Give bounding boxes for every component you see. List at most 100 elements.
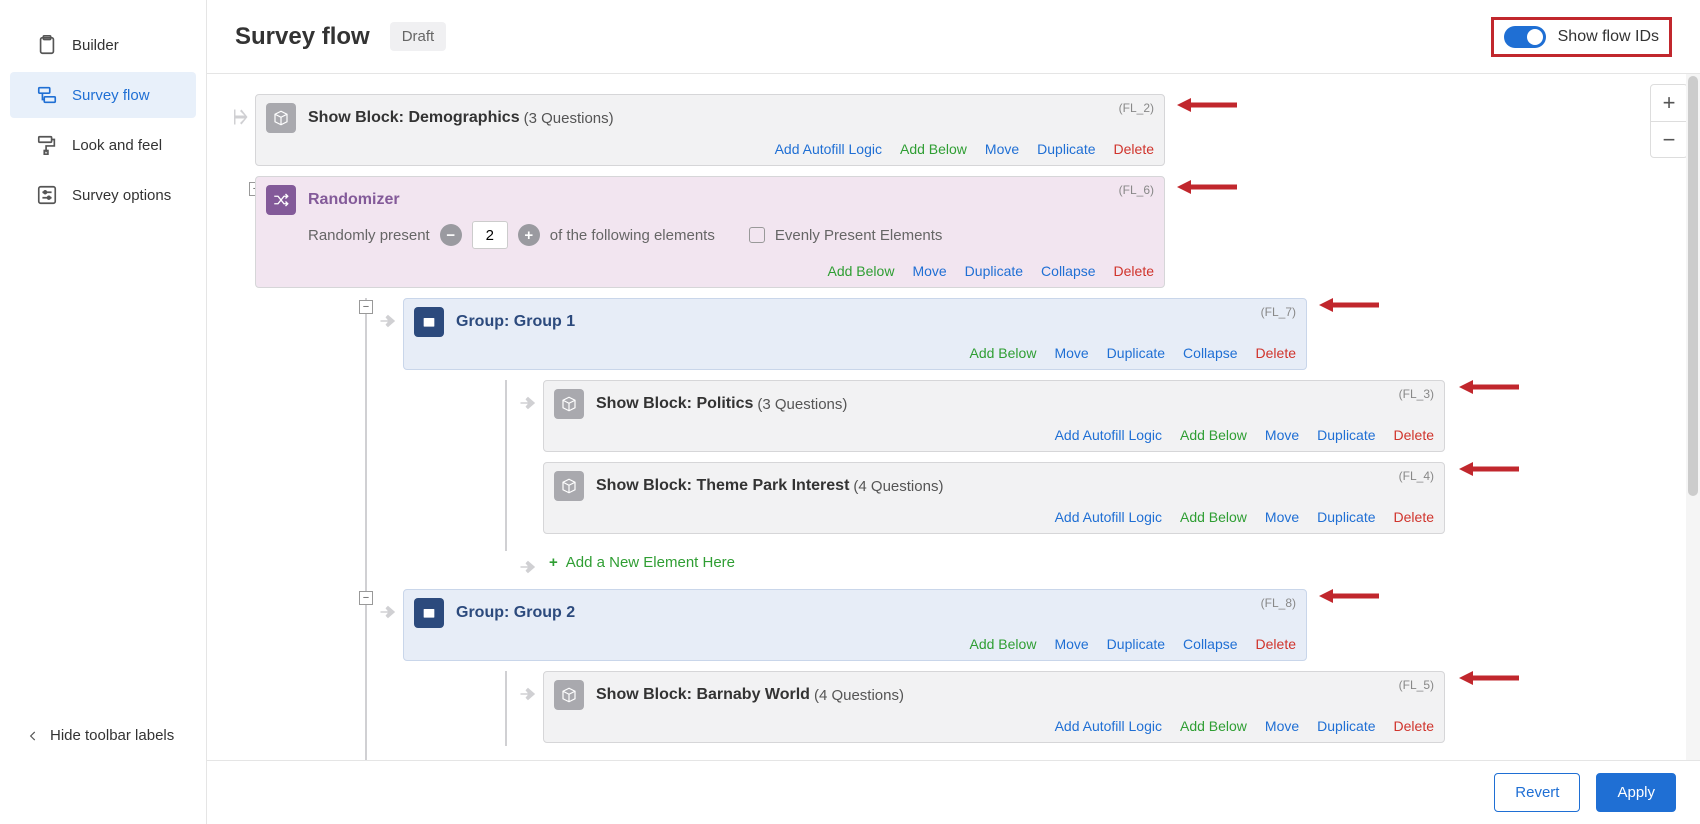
delete-link[interactable]: Delete [1256,345,1296,361]
add-new-element-link[interactable]: +Add a New Element Here [543,544,735,581]
node-title: Group: Group 2 [456,604,575,622]
connector-icon [519,380,543,415]
add-autofill-link[interactable]: Add Autofill Logic [1055,427,1162,443]
add-below-link[interactable]: Add Below [970,636,1037,652]
group-2-node[interactable]: (FL_8) Group: Group 2 Add Below Move Dup… [403,589,1307,661]
sidebar-item-survey-flow[interactable]: Survey flow [10,72,196,118]
duplicate-link[interactable]: Duplicate [1107,636,1165,652]
node-title: Show Block: Politics [596,395,753,413]
annotation-arrow [1177,96,1237,114]
randomly-present-text: Randomly present [308,227,430,244]
connector-icon [519,671,543,706]
duplicate-link[interactable]: Duplicate [965,263,1023,279]
delete-link[interactable]: Delete [1394,718,1434,734]
move-link[interactable]: Move [1054,636,1088,652]
randomizer-node[interactable]: (FL_6) Randomizer Randomly present − + o… [255,176,1165,288]
flow-id: (FL_5) [1399,678,1434,692]
connector-icon [379,298,403,333]
randomizer-count-input[interactable] [472,221,508,249]
block-politics[interactable]: (FL_3) Show Block: Politics (3 Questions… [543,380,1445,452]
sidebar-item-look-and-feel[interactable]: Look and feel [10,122,196,168]
annotation-arrow [1319,587,1379,605]
delete-link[interactable]: Delete [1114,141,1154,157]
add-autofill-link[interactable]: Add Autofill Logic [775,141,882,157]
delete-link[interactable]: Delete [1394,509,1434,525]
sliders-icon [36,184,58,206]
page-title: Survey flow [235,23,370,51]
sidebar-label: Look and feel [72,137,162,154]
move-link[interactable]: Move [985,141,1019,157]
group-1-node[interactable]: (FL_7) Group: Group 1 Add Below Move Dup… [403,298,1307,370]
collapse-link[interactable]: Collapse [1183,636,1237,652]
show-flow-ids-label: Show flow IDs [1558,28,1659,46]
flow-id: (FL_4) [1399,469,1434,483]
duplicate-link[interactable]: Duplicate [1107,345,1165,361]
decrement-button[interactable]: − [440,224,462,246]
move-link[interactable]: Move [1054,345,1088,361]
duplicate-link[interactable]: Duplicate [1037,141,1095,157]
chevron-left-icon [26,729,40,743]
sidebar-item-builder[interactable]: Builder [10,22,196,68]
move-link[interactable]: Move [912,263,946,279]
cube-icon [554,389,584,419]
move-link[interactable]: Move [1265,509,1299,525]
increment-button[interactable]: + [518,224,540,246]
show-flow-ids-toggle[interactable] [1504,26,1546,48]
add-new-element-link[interactable]: +Add a New Element Here [543,753,735,760]
add-below-link[interactable]: Add Below [1180,509,1247,525]
following-elements-text: of the following elements [550,227,715,244]
shuffle-icon [266,185,296,215]
delete-link[interactable]: Delete [1256,636,1296,652]
footer: Revert Apply [207,760,1700,824]
annotation-arrow [1177,178,1237,196]
annotation-arrow [1459,669,1519,687]
node-subtitle: (4 Questions) [814,687,904,704]
sidebar-label: Builder [72,37,119,54]
flow-id: (FL_2) [1119,101,1154,115]
collapse-link[interactable]: Collapse [1183,345,1237,361]
move-link[interactable]: Move [1265,718,1299,734]
node-title: Show Block: Theme Park Interest [596,477,849,495]
cube-icon [554,680,584,710]
node-subtitle: (3 Questions) [524,110,614,127]
scrollbar[interactable] [1686,74,1700,760]
apply-button[interactable]: Apply [1596,773,1676,812]
sidebar: Builder Survey flow Look and feel Survey… [0,0,207,824]
node-title: Randomizer [308,191,400,209]
add-autofill-link[interactable]: Add Autofill Logic [1055,509,1162,525]
delete-link[interactable]: Delete [1394,427,1434,443]
revert-button[interactable]: Revert [1494,773,1580,812]
cube-icon [266,103,296,133]
block-demographics[interactable]: (FL_2) Show Block: Demographics (3 Quest… [255,94,1165,166]
delete-link[interactable]: Delete [1114,263,1154,279]
collapse-link[interactable]: Collapse [1041,263,1095,279]
connector-icon [519,544,543,579]
sidebar-item-survey-options[interactable]: Survey options [10,172,196,218]
block-theme-park[interactable]: (FL_4) Show Block: Theme Park Interest (… [543,462,1445,534]
flow-id: (FL_6) [1119,183,1154,197]
add-below-link[interactable]: Add Below [900,141,967,157]
add-below-link[interactable]: Add Below [1180,427,1247,443]
node-subtitle: (3 Questions) [757,396,847,413]
duplicate-link[interactable]: Duplicate [1317,718,1375,734]
collapse-toggle[interactable]: − [359,591,373,605]
hide-toolbar-labels[interactable]: Hide toolbar labels [0,717,207,754]
flow-id: (FL_8) [1261,596,1296,610]
clipboard-icon [36,34,58,56]
block-barnaby-world[interactable]: (FL_5) Show Block: Barnaby World (4 Ques… [543,671,1445,743]
move-link[interactable]: Move [1265,427,1299,443]
flow-icon [36,84,58,106]
add-below-link[interactable]: Add Below [970,345,1037,361]
evenly-present-checkbox[interactable] [749,227,765,243]
collapse-toggle[interactable]: − [359,300,373,314]
add-autofill-link[interactable]: Add Autofill Logic [1055,718,1162,734]
paint-roller-icon [36,134,58,156]
add-below-link[interactable]: Add Below [828,263,895,279]
add-below-link[interactable]: Add Below [1180,718,1247,734]
flow-id: (FL_3) [1399,387,1434,401]
flow-canvas: (FL_2) Show Block: Demographics (3 Quest… [207,74,1700,760]
duplicate-link[interactable]: Duplicate [1317,509,1375,525]
connector-icon [379,589,403,624]
duplicate-link[interactable]: Duplicate [1317,427,1375,443]
cube-icon [554,471,584,501]
